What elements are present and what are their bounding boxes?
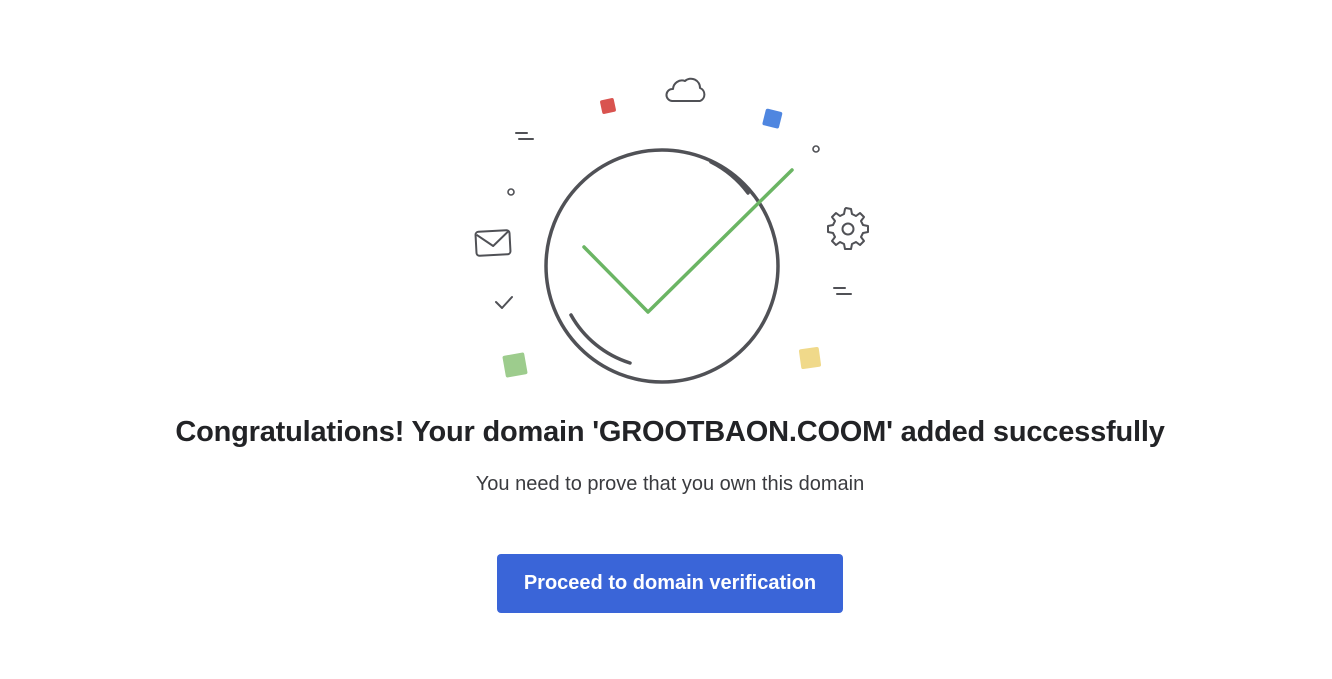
circle-highlight-arc-top: [709, 160, 750, 195]
proceed-verification-button[interactable]: Proceed to domain verification: [497, 554, 843, 613]
decor-square-green: [502, 352, 528, 378]
decor-dash-left: [515, 132, 534, 140]
decor-square-blue: [762, 108, 783, 129]
success-illustration: [474, 77, 869, 384]
page-title: Congratulations! Your domain 'GROOTBAON.…: [175, 416, 1165, 448]
decor-dash-right: [833, 287, 852, 295]
decor-square-red: [600, 98, 616, 114]
decor-dot-right: [812, 145, 820, 153]
success-page: Congratulations! Your domain 'GROOTBAON.…: [0, 0, 1332, 679]
page-subtitle: You need to prove that you own this doma…: [475, 473, 865, 495]
circle-highlight-arc-bottom: [569, 313, 632, 365]
decor-dot-left: [507, 188, 515, 196]
checkmark-icon: [582, 168, 794, 314]
small-check-icon: [495, 296, 513, 309]
decor-square-yellow: [798, 346, 822, 370]
cloud-icon: [665, 77, 706, 102]
gear-icon: [827, 207, 869, 250]
envelope-icon: [474, 229, 512, 257]
